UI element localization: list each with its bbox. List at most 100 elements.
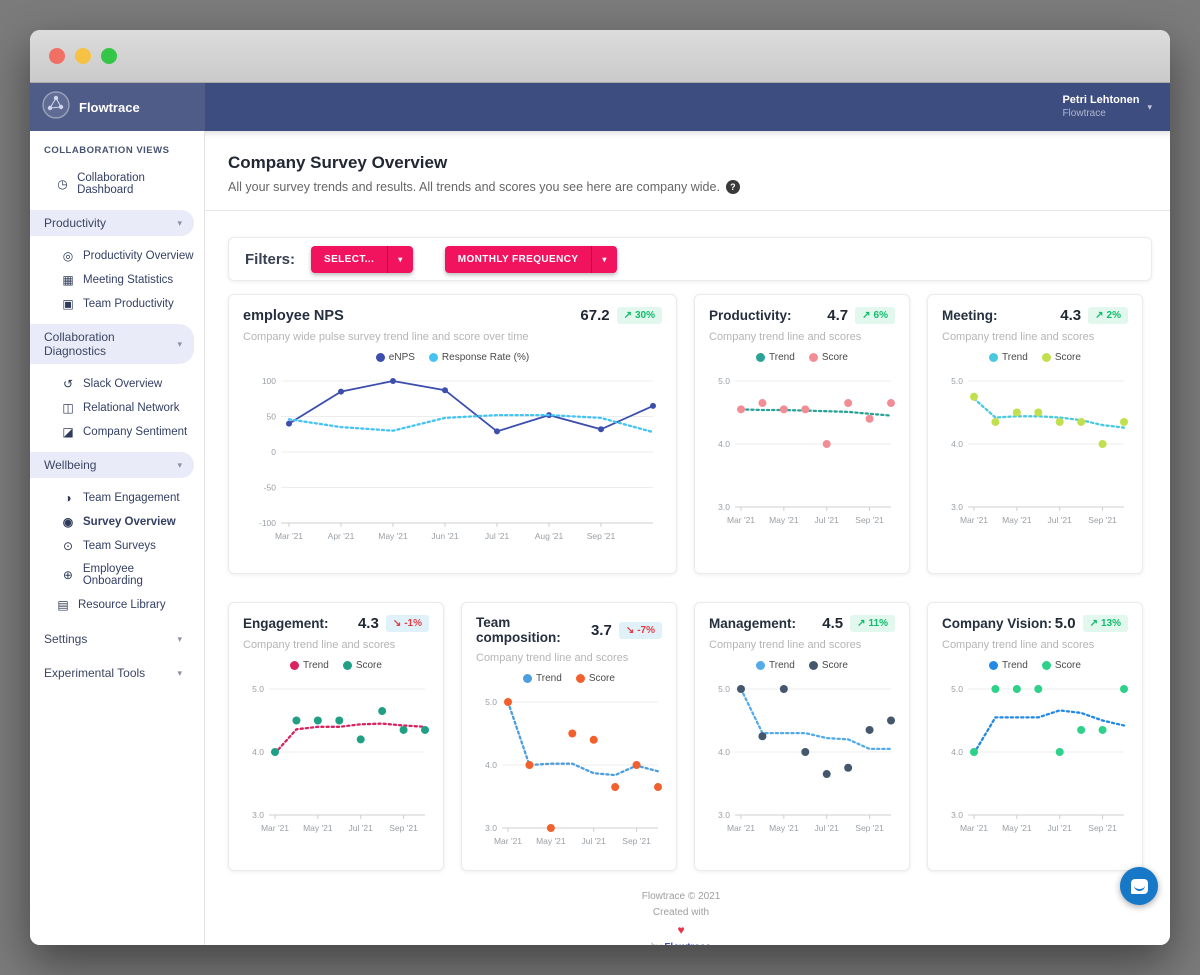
legend-score[interactable]: Score <box>809 352 848 363</box>
legend-score[interactable]: Score <box>1042 352 1081 363</box>
svg-text:4.0: 4.0 <box>951 747 963 757</box>
trend-chart: 5.04.03.0Mar '21May '21Jul '21Sep '21 <box>243 675 429 847</box>
legend-label: Trend <box>1002 352 1028 363</box>
trend-percent: 6% <box>874 310 888 321</box>
svg-text:May '21: May '21 <box>769 823 799 833</box>
svg-text:Jul '21: Jul '21 <box>484 531 509 541</box>
trend-badge: ↗ 11% <box>850 615 895 632</box>
maximize-window-button[interactable] <box>101 48 117 64</box>
close-window-button[interactable] <box>49 48 65 64</box>
sidebar-item-company-sentiment[interactable]: ◪ Company Sentiment <box>30 420 204 444</box>
sidebar-item-relational-network[interactable]: ◫ Relational Network <box>30 396 204 420</box>
legend-trend[interactable]: Trend <box>989 352 1028 363</box>
legend-score[interactable]: Score <box>576 673 615 684</box>
svg-text:Mar '21: Mar '21 <box>727 515 755 525</box>
legend-response-rate[interactable]: Response Rate (%) <box>429 352 529 363</box>
library-icon: ▤ <box>56 598 70 612</box>
legend-dot-icon <box>756 661 765 670</box>
card-score-value: 4.3 <box>1060 307 1081 324</box>
svg-text:3.0: 3.0 <box>485 823 497 833</box>
sidebar-group-productivity[interactable]: Productivity ▾ <box>30 210 194 236</box>
card-title: Productivity: <box>709 308 792 323</box>
svg-text:Jul '21: Jul '21 <box>1048 823 1073 833</box>
flowtrace-footer-link[interactable]: Flowtrace <box>664 942 711 945</box>
sidebar-item-label: Survey Overview <box>83 516 176 528</box>
svg-text:4.0: 4.0 <box>718 439 730 449</box>
legend-score[interactable]: Score <box>809 660 848 671</box>
sidebar-item-employee-onboarding[interactable]: ⊕ Employee Onboarding <box>30 558 204 592</box>
sidebar-item-slack-overview[interactable]: ↺ Slack Overview <box>30 372 204 396</box>
legend-dot-icon <box>1042 353 1051 362</box>
svg-text:Apr '21: Apr '21 <box>327 531 354 541</box>
svg-text:Aug '21: Aug '21 <box>534 531 563 541</box>
legend-enps[interactable]: eNPS <box>376 352 415 363</box>
trend-badge: ↗ 2% <box>1088 307 1128 324</box>
svg-text:5.0: 5.0 <box>718 376 730 386</box>
card-engagement: Engagement: 4.3 ↘ -1% Company trend line… <box>228 602 444 871</box>
legend-trend[interactable]: Trend <box>523 673 562 684</box>
legend-label: Score <box>822 660 848 671</box>
select-filter-button[interactable]: SELECT... ▾ <box>311 246 413 273</box>
sidebar-group-experimental-tools[interactable]: Experimental Tools ▾ <box>30 660 194 686</box>
legend-trend[interactable]: Trend <box>756 660 795 671</box>
svg-text:May '21: May '21 <box>378 531 408 541</box>
sidebar-group-collaboration-diagnostics[interactable]: Collaboration Diagnostics ▾ <box>30 324 194 364</box>
sidebar-group-label: Wellbeing <box>44 458 96 472</box>
svg-text:Sep '21: Sep '21 <box>1088 515 1117 525</box>
legend-score[interactable]: Score <box>1042 660 1081 671</box>
chat-icon <box>1131 879 1148 894</box>
sidebar-group-settings[interactable]: Settings ▾ <box>30 626 194 652</box>
chart-legend: Trend Score <box>709 660 895 671</box>
svg-text:3.0: 3.0 <box>718 502 730 512</box>
legend-trend[interactable]: Trend <box>756 352 795 363</box>
filters-bar: Filters: SELECT... ▾ MONTHLY FREQUENCY ▾ <box>228 237 1152 281</box>
legend-dot-icon <box>756 353 765 362</box>
card-subtitle: Company trend line and scores <box>942 331 1128 343</box>
sidebar-item-label: Team Engagement <box>83 492 180 504</box>
legend-trend[interactable]: Trend <box>290 660 329 671</box>
legend-score[interactable]: Score <box>343 660 382 671</box>
chevron-down-icon: ▾ <box>177 460 182 471</box>
trend-chart: 5.04.03.0Mar '21May '21Jul '21Sep '21 <box>709 675 895 847</box>
svg-text:Jul '21: Jul '21 <box>1048 515 1073 525</box>
frequency-filter-button[interactable]: MONTHLY FREQUENCY ▾ <box>445 246 617 273</box>
help-icon[interactable]: ? <box>726 180 740 194</box>
card-team-composition: Team composition: 3.7 ↘ -7% Company tren… <box>461 602 677 871</box>
sidebar-item-meeting-statistics[interactable]: ▦ Meeting Statistics <box>30 268 204 292</box>
chevron-down-icon: ▾ <box>177 339 182 350</box>
sidebar-item-label: Resource Library <box>78 599 166 611</box>
page-header: Company Survey Overview All your survey … <box>205 131 1170 211</box>
chart-legend: Trend Score <box>476 673 662 684</box>
chat-launcher-button[interactable] <box>1120 867 1158 905</box>
sidebar-item-team-surveys[interactable]: ⊙ Team Surveys <box>30 534 204 558</box>
trend-arrow-icon: ↗ <box>862 310 870 321</box>
sidebar-group-wellbeing[interactable]: Wellbeing ▾ <box>30 452 194 478</box>
svg-text:-100: -100 <box>258 518 275 528</box>
minimize-window-button[interactable] <box>75 48 91 64</box>
legend-label: Trend <box>769 352 795 363</box>
svg-text:Sep '21: Sep '21 <box>1088 823 1117 833</box>
legend-label: eNPS <box>389 352 415 363</box>
user-menu[interactable]: Petri Lehtonen Flowtrace ▾ <box>1062 83 1170 131</box>
sidebar-item-collaboration-dashboard[interactable]: ◷ Collaboration Dashboard <box>30 166 204 202</box>
legend-label: Trend <box>536 673 562 684</box>
sidebar-item-productivity-overview[interactable]: ◎ Productivity Overview <box>30 244 204 268</box>
legend-trend[interactable]: Trend <box>989 660 1028 671</box>
chevron-down-icon: ▾ <box>1147 102 1152 113</box>
card-score-value: 4.3 <box>358 615 379 632</box>
card-meeting: Meeting: 4.3 ↗ 2% Company trend line and… <box>927 294 1143 574</box>
svg-text:5.0: 5.0 <box>951 684 963 694</box>
chevron-down-icon: ▾ <box>177 634 182 645</box>
svg-text:Mar '21: Mar '21 <box>727 823 755 833</box>
sidebar-item-resource-library[interactable]: ▤ Resource Library <box>30 592 204 618</box>
brand-area[interactable]: Flowtrace <box>30 83 205 131</box>
legend-dot-icon <box>809 353 818 362</box>
trend-arrow-icon: ↘ <box>626 625 634 636</box>
sidebar-item-label: Slack Overview <box>83 378 162 390</box>
sidebar-item-team-productivity[interactable]: ▣ Team Productivity <box>30 292 204 316</box>
trend-percent: 11% <box>869 618 888 629</box>
chart-legend: Trend Score <box>942 660 1128 671</box>
sidebar-item-survey-overview[interactable]: ◉ Survey Overview <box>30 510 204 534</box>
sidebar-item-label: Team Surveys <box>83 540 156 552</box>
sidebar-item-team-engagement[interactable]: ◑ Team Engagement <box>30 486 204 510</box>
